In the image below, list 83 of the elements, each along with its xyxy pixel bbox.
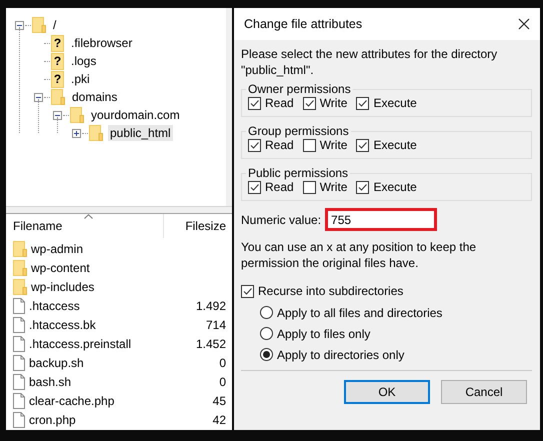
tree-item[interactable]: yourdomain.com	[89, 107, 182, 123]
checkbox[interactable]: Write	[302, 96, 348, 110]
checkmark-icon	[357, 182, 368, 192]
file-icon	[13, 412, 25, 428]
checkbox[interactable]: Recurse into subdirectories	[241, 284, 532, 298]
checkbox[interactable]: Write	[302, 138, 348, 152]
column-header[interactable]: Filename	[6, 214, 164, 238]
file-name[interactable]: bash.sh	[29, 374, 72, 388]
file-name[interactable]: wp-admin	[31, 242, 84, 256]
unknown-icon: ?	[51, 52, 64, 70]
folder-icon	[32, 17, 46, 33]
tree-item[interactable]: domains	[70, 89, 120, 105]
file-size: 0	[219, 374, 226, 388]
tree-item[interactable]: .filebrowser	[69, 35, 134, 51]
checkmark-icon	[242, 286, 253, 296]
file-icon	[13, 298, 25, 314]
radio-button[interactable]: Apply to all files and directories	[260, 302, 442, 323]
file-icon	[13, 374, 25, 390]
hint-text: You can use an x at any position to keep the permission the original files have.	[241, 239, 478, 271]
close-icon[interactable]	[518, 18, 530, 30]
file-name[interactable]: wp-content	[31, 260, 90, 274]
file-name[interactable]: .htaccess	[29, 298, 80, 312]
folder-icon	[13, 240, 27, 256]
file-size: 45	[212, 394, 226, 408]
tree-item[interactable]: .pki	[69, 71, 92, 87]
collapse-icon[interactable]	[15, 20, 24, 30]
file-name[interactable]: .htaccess.preinstall	[29, 336, 132, 350]
file-name[interactable]: .htaccess.bk	[29, 318, 96, 332]
folder-icon	[13, 278, 27, 294]
dialog-title: Change file attributes	[244, 17, 362, 31]
radio-circle[interactable]	[260, 348, 273, 361]
file-name[interactable]: wp-includes	[31, 280, 94, 294]
checkmark-icon	[249, 140, 260, 150]
file-icon	[13, 316, 25, 332]
folder-icon	[70, 107, 84, 123]
checkmark-icon	[357, 98, 368, 108]
sort-caret-icon	[84, 214, 93, 219]
radio-circle[interactable]	[260, 306, 273, 319]
file-icon	[13, 354, 25, 370]
group-title: Group permissions	[247, 124, 350, 138]
radio-button[interactable]: Apply to files only	[260, 323, 370, 344]
file-size: 1.492	[196, 298, 226, 312]
file-name[interactable]: backup.sh	[29, 356, 84, 370]
checkbox[interactable]: Execute	[356, 96, 417, 110]
folder-icon	[89, 125, 103, 141]
tree-item[interactable]: /	[51, 17, 58, 33]
checkbox[interactable]: Read	[248, 180, 294, 194]
unknown-icon: ?	[51, 70, 64, 88]
checkmark-icon	[357, 140, 368, 150]
instruction-text: Please select the new attributes for the directory "public_html".	[241, 46, 498, 78]
radio-circle[interactable]	[260, 327, 273, 340]
checkbox[interactable]: Read	[248, 138, 294, 152]
expand-icon[interactable]	[72, 128, 81, 138]
collapse-icon[interactable]	[34, 92, 43, 102]
cancel-button[interactable]: Cancel	[441, 380, 527, 404]
ok-button[interactable]: OK	[344, 380, 430, 404]
checkmark-icon	[249, 98, 260, 108]
file-name[interactable]: clear-cache.php	[29, 394, 114, 408]
unknown-icon: ?	[51, 34, 64, 52]
column-header[interactable]: Filesize	[164, 214, 232, 238]
checkmark-icon	[249, 182, 260, 192]
file-size: 0	[219, 356, 226, 370]
checkbox[interactable]: Execute	[356, 138, 417, 152]
tree-item[interactable]: .logs	[69, 53, 98, 69]
radio-button[interactable]: Apply to directories only	[260, 344, 404, 365]
checkbox[interactable]: Execute	[356, 180, 417, 194]
folder-icon	[51, 89, 65, 105]
group-title: Owner permissions	[247, 82, 352, 96]
field-label: Numeric value:	[241, 212, 322, 226]
collapse-icon[interactable]	[53, 110, 62, 120]
file-name[interactable]: cron.php	[29, 412, 76, 426]
file-size: 42	[212, 412, 226, 426]
numeric-field[interactable]: 755	[325, 208, 438, 231]
file-icon	[13, 392, 25, 408]
folder-icon	[13, 260, 27, 276]
checkmark-icon	[304, 98, 315, 108]
checkbox[interactable]: Write	[302, 180, 348, 194]
checkbox[interactable]: Read	[248, 96, 294, 110]
group-title: Public permissions	[247, 166, 350, 180]
file-icon	[13, 336, 25, 352]
file-size: 1.452	[196, 336, 226, 350]
tree-item[interactable]: public_html	[108, 125, 173, 141]
file-size: 714	[206, 318, 226, 332]
